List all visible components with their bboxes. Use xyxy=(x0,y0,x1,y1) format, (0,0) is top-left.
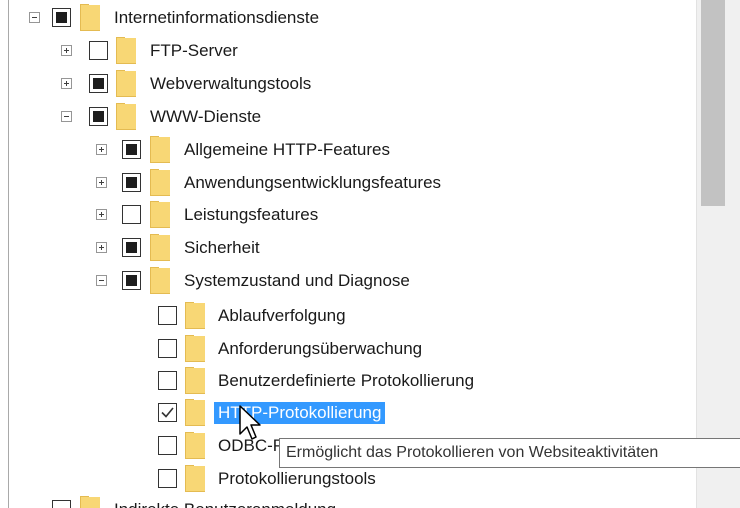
checkbox-checked[interactable] xyxy=(158,403,177,422)
checkbox-partial[interactable] xyxy=(122,271,141,290)
checkbox-unchecked[interactable] xyxy=(158,306,177,325)
expand-icon[interactable] xyxy=(96,242,107,253)
tree-item-http-protokollierung[interactable]: HTTP-Protokollierung xyxy=(0,397,696,429)
expand-icon[interactable] xyxy=(96,177,107,188)
folder-icon xyxy=(150,234,170,261)
tree-item-webverwaltungstools[interactable]: Webverwaltungstools xyxy=(0,68,696,100)
folder-icon xyxy=(116,37,136,64)
checkbox-unchecked[interactable] xyxy=(158,436,177,455)
folder-icon xyxy=(150,201,170,228)
tree-item-anwendungsentwicklungsfeatures[interactable]: Anwendungsentwicklungsfeatures xyxy=(0,167,696,199)
checkbox-unchecked[interactable] xyxy=(158,371,177,390)
tree-item-www-dienste[interactable]: WWW-Dienste xyxy=(0,101,696,133)
folder-icon xyxy=(150,267,170,294)
tree-item-anforderungsueberwachung[interactable]: Anforderungsüberwachung xyxy=(0,333,696,365)
tree-item-indirekte-benutzeranmeldung[interactable]: Indirekte Benutzeranmeldung xyxy=(0,494,696,508)
checkbox-partial[interactable] xyxy=(89,74,108,93)
tree-item-label: Webverwaltungstools xyxy=(150,74,312,93)
tree-item-systemzustand-und-diagnose[interactable]: Systemzustand und Diagnose xyxy=(0,265,696,297)
tree-item-label: Internetinformationsdienste xyxy=(114,8,320,27)
checkbox-unchecked[interactable] xyxy=(89,41,108,60)
checkbox-unchecked[interactable] xyxy=(52,500,71,508)
tree-item-allgemeine-http-features[interactable]: Allgemeine HTTP-Features xyxy=(0,134,696,166)
folder-icon xyxy=(185,399,205,426)
scrollbar-thumb[interactable] xyxy=(701,0,725,206)
checkbox-partial[interactable] xyxy=(52,8,71,27)
tree-item-label: Ablaufverfolgung xyxy=(218,306,346,325)
tree-item-label: Leistungsfeatures xyxy=(184,205,319,224)
checkmark-icon xyxy=(161,407,174,418)
collapse-icon[interactable] xyxy=(29,12,40,23)
feature-tooltip: Ermöglicht das Protokollieren von Websit… xyxy=(279,438,740,468)
checkbox-partial[interactable] xyxy=(89,107,108,126)
tree-item-label: Systemzustand und Diagnose xyxy=(184,271,410,290)
tree-item-label: Indirekte Benutzeranmeldung xyxy=(110,499,340,508)
tree-item-label: Allgemeine HTTP-Features xyxy=(184,140,390,159)
tree-item-internetinformationsdienste[interactable]: Internetinformationsdienste xyxy=(0,2,696,34)
tree-item-leistungsfeatures[interactable]: Leistungsfeatures xyxy=(0,199,696,231)
folder-icon xyxy=(185,367,205,394)
expand-icon[interactable] xyxy=(96,209,107,220)
collapse-icon[interactable] xyxy=(96,275,107,286)
mouse-cursor-icon xyxy=(239,405,261,440)
checkbox-partial[interactable] xyxy=(122,173,141,192)
expand-icon[interactable] xyxy=(96,144,107,155)
collapse-icon[interactable] xyxy=(61,111,72,122)
tree-item-benutzerdefinierte-protokollierung[interactable]: Benutzerdefinierte Protokollierung xyxy=(0,365,696,397)
folder-icon xyxy=(185,302,205,329)
folder-icon xyxy=(80,4,100,31)
windows-features-tree[interactable]: Internetinformationsdienste FTP-Server W… xyxy=(0,0,696,508)
tree-item-sicherheit[interactable]: Sicherheit xyxy=(0,232,696,264)
folder-icon xyxy=(80,496,100,508)
checkbox-partial[interactable] xyxy=(122,238,141,257)
expand-icon[interactable] xyxy=(61,45,72,56)
tree-item-ablaufverfolgung[interactable]: Ablaufverfolgung xyxy=(0,300,696,332)
folder-icon xyxy=(150,136,170,163)
tree-item-label: Anforderungsüberwachung xyxy=(218,339,423,358)
vertical-scrollbar[interactable] xyxy=(696,0,740,508)
folder-icon xyxy=(185,335,205,362)
folder-icon xyxy=(116,103,136,130)
tree-item-label: FTP-Server xyxy=(150,41,238,60)
folder-icon xyxy=(150,169,170,196)
folder-icon xyxy=(185,465,205,492)
folder-icon xyxy=(185,432,205,459)
checkbox-unchecked[interactable] xyxy=(158,339,177,358)
tree-item-label: Anwendungsentwicklungsfeatures xyxy=(184,173,442,192)
expand-icon[interactable] xyxy=(61,78,72,89)
tree-item-ftp-server[interactable]: FTP-Server xyxy=(0,35,696,67)
tree-item-label: Protokollierungstools xyxy=(218,469,376,488)
tree-item-label: Benutzerdefinierte Protokollierung xyxy=(218,371,475,390)
tree-item-label: Sicherheit xyxy=(184,238,260,257)
checkbox-unchecked[interactable] xyxy=(158,469,177,488)
folder-icon xyxy=(116,70,136,97)
checkbox-partial[interactable] xyxy=(122,140,141,159)
checkbox-unchecked[interactable] xyxy=(122,205,141,224)
tree-item-label: WWW-Dienste xyxy=(150,107,262,126)
